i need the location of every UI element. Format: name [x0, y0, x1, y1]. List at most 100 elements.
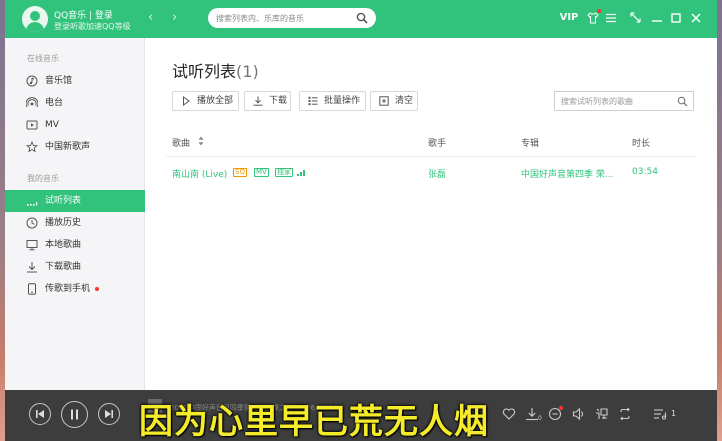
- sidebar-item-local-songs[interactable]: 本地歌曲: [5, 234, 145, 256]
- section-online-music: 在线音乐: [27, 54, 59, 63]
- sidebar-item-history[interactable]: 播放历史: [5, 212, 145, 234]
- shirt-icon: [587, 12, 599, 24]
- sidebar-item-label: 本地歌曲: [45, 240, 82, 250]
- main-panel: 试听列表(1) 播放全部 下载 批量操作 清空 搜索试听列表的歌曲 歌曲 歌手 …: [146, 38, 717, 390]
- minimize-button[interactable]: [650, 9, 664, 27]
- list-search: [554, 91, 694, 111]
- close-icon: [691, 13, 701, 23]
- batch-operation-button[interactable]: 批量操作: [299, 91, 366, 111]
- pause-button[interactable]: [61, 401, 88, 428]
- playlist-icon: [27, 202, 38, 206]
- batch-icon: [308, 96, 318, 106]
- batch-label: 批量操作: [324, 96, 361, 106]
- avatar[interactable]: [22, 6, 48, 32]
- volume-icon[interactable]: [572, 407, 586, 421]
- column-song[interactable]: 歌曲: [172, 136, 190, 149]
- maximize-button[interactable]: [669, 9, 683, 27]
- phone-icon: [28, 283, 36, 295]
- next-icon: [105, 410, 113, 418]
- global-search: [208, 8, 376, 28]
- sidebar-item-label: 传歌到手机: [45, 284, 91, 294]
- song-title[interactable]: 南山南 (Live): [172, 167, 227, 180]
- sidebar-item-new-voice[interactable]: 中国新歌声: [5, 136, 145, 158]
- previous-icon: [36, 410, 44, 418]
- pause-icon: [71, 409, 78, 420]
- sidebar-item-mv[interactable]: MV: [5, 114, 145, 136]
- sidebar-item-radio[interactable]: 电台: [5, 92, 145, 114]
- playlist-count: 1: [671, 409, 677, 418]
- sq-badge: SQ: [233, 168, 247, 177]
- mini-mode-icon: [629, 12, 641, 23]
- singer-name[interactable]: 张磊: [428, 167, 446, 180]
- sidebar-item-downloads[interactable]: 下载歌曲: [5, 256, 145, 278]
- mv-badge[interactable]: MV: [254, 168, 269, 177]
- music-hall-icon: [26, 75, 38, 87]
- album-name[interactable]: 中国好声音第四季 荣...: [521, 167, 613, 180]
- heart-icon[interactable]: [502, 407, 516, 421]
- computer-icon: [26, 240, 38, 251]
- search-icon[interactable]: [356, 12, 368, 24]
- sidebar-item-label: 音乐馆: [45, 76, 73, 86]
- sidebar-item-label: 中国新歌声: [45, 142, 91, 152]
- list-search-input[interactable]: [561, 95, 673, 108]
- star-icon: [26, 141, 38, 153]
- menu-icon: [606, 13, 616, 23]
- exclusive-badge: 独家: [275, 168, 293, 177]
- sidebar-item-label: 试听列表: [45, 196, 82, 206]
- song-duration: 03:54: [632, 167, 658, 177]
- account-name[interactable]: QQ音乐 | 登录: [54, 8, 113, 21]
- next-button[interactable]: [98, 403, 120, 425]
- play-icon: [183, 96, 190, 106]
- app-window: QQ音乐 | 登录 登录听歌加速QQ等级 ‹ › VIP: [5, 0, 717, 441]
- history-icon: [26, 217, 38, 229]
- loop-icon[interactable]: [618, 407, 632, 421]
- skin-notification-dot: [597, 9, 601, 13]
- section-my-music: 我的音乐: [27, 174, 59, 183]
- menu-button[interactable]: [603, 9, 619, 27]
- song-count: (1): [236, 62, 259, 81]
- download-icon: [27, 262, 37, 273]
- table-row[interactable]: 南山南 (Live) SQ MV 独家 张磊 中国好声音第四季 荣... 03:…: [166, 159, 697, 185]
- title-bar: QQ音乐 | 登录 登录听歌加速QQ等级 ‹ › VIP: [5, 0, 717, 38]
- sidebar-item-label: 下载歌曲: [45, 262, 82, 272]
- playlist-icon[interactable]: [653, 407, 667, 421]
- mini-mode-button[interactable]: [627, 9, 643, 27]
- account-hint: 登录听歌加速QQ等级: [54, 22, 131, 31]
- download-icon: [253, 96, 263, 106]
- playing-indicator-icon: [297, 169, 307, 176]
- desktop-lyric: 因为心里早已荒无人烟: [139, 402, 489, 441]
- back-icon[interactable]: ‹: [148, 10, 153, 26]
- download-button[interactable]: 下载: [244, 91, 291, 111]
- maximize-icon: [671, 13, 681, 23]
- vip-button[interactable]: VIP: [559, 9, 579, 27]
- sort-icon[interactable]: [198, 136, 204, 146]
- clear-button[interactable]: 清空: [370, 91, 418, 111]
- download-icon[interactable]: [525, 407, 539, 421]
- table-header: 歌曲 歌手 专辑 时长: [166, 126, 697, 157]
- minimize-icon: [652, 20, 662, 22]
- page-title: 试听列表(1): [172, 58, 259, 82]
- search-input[interactable]: [216, 11, 356, 25]
- play-all-label: 播放全部: [197, 96, 234, 106]
- mv-icon: [26, 120, 38, 130]
- download-count: 0: [538, 415, 542, 422]
- search-icon[interactable]: [677, 96, 688, 107]
- previous-button[interactable]: [29, 403, 51, 425]
- forward-icon[interactable]: ›: [172, 10, 177, 26]
- sidebar-item-transfer-phone[interactable]: 传歌到手机: [5, 278, 145, 300]
- clear-label: 清空: [395, 96, 414, 106]
- page-title-text: 试听列表: [172, 62, 237, 81]
- column-singer: 歌手: [428, 139, 447, 149]
- close-button[interactable]: [689, 9, 703, 27]
- sidebar: 在线音乐 音乐馆 电台 MV 中国新歌声 我的音乐 试听列表 播放历史 本地歌曲…: [5, 38, 145, 390]
- column-album: 专辑: [521, 139, 540, 149]
- sidebar-item-trial-list[interactable]: 试听列表: [5, 190, 145, 212]
- lyrics-icon[interactable]: [595, 407, 609, 421]
- sidebar-item-music-hall[interactable]: 音乐馆: [5, 70, 145, 92]
- comment-notification-dot: [559, 406, 563, 410]
- clear-icon: [379, 96, 389, 106]
- play-all-button[interactable]: 播放全部: [172, 91, 239, 111]
- sidebar-item-label: 播放历史: [45, 218, 82, 228]
- radio-icon: [26, 97, 38, 108]
- sidebar-item-label: MV: [45, 120, 59, 130]
